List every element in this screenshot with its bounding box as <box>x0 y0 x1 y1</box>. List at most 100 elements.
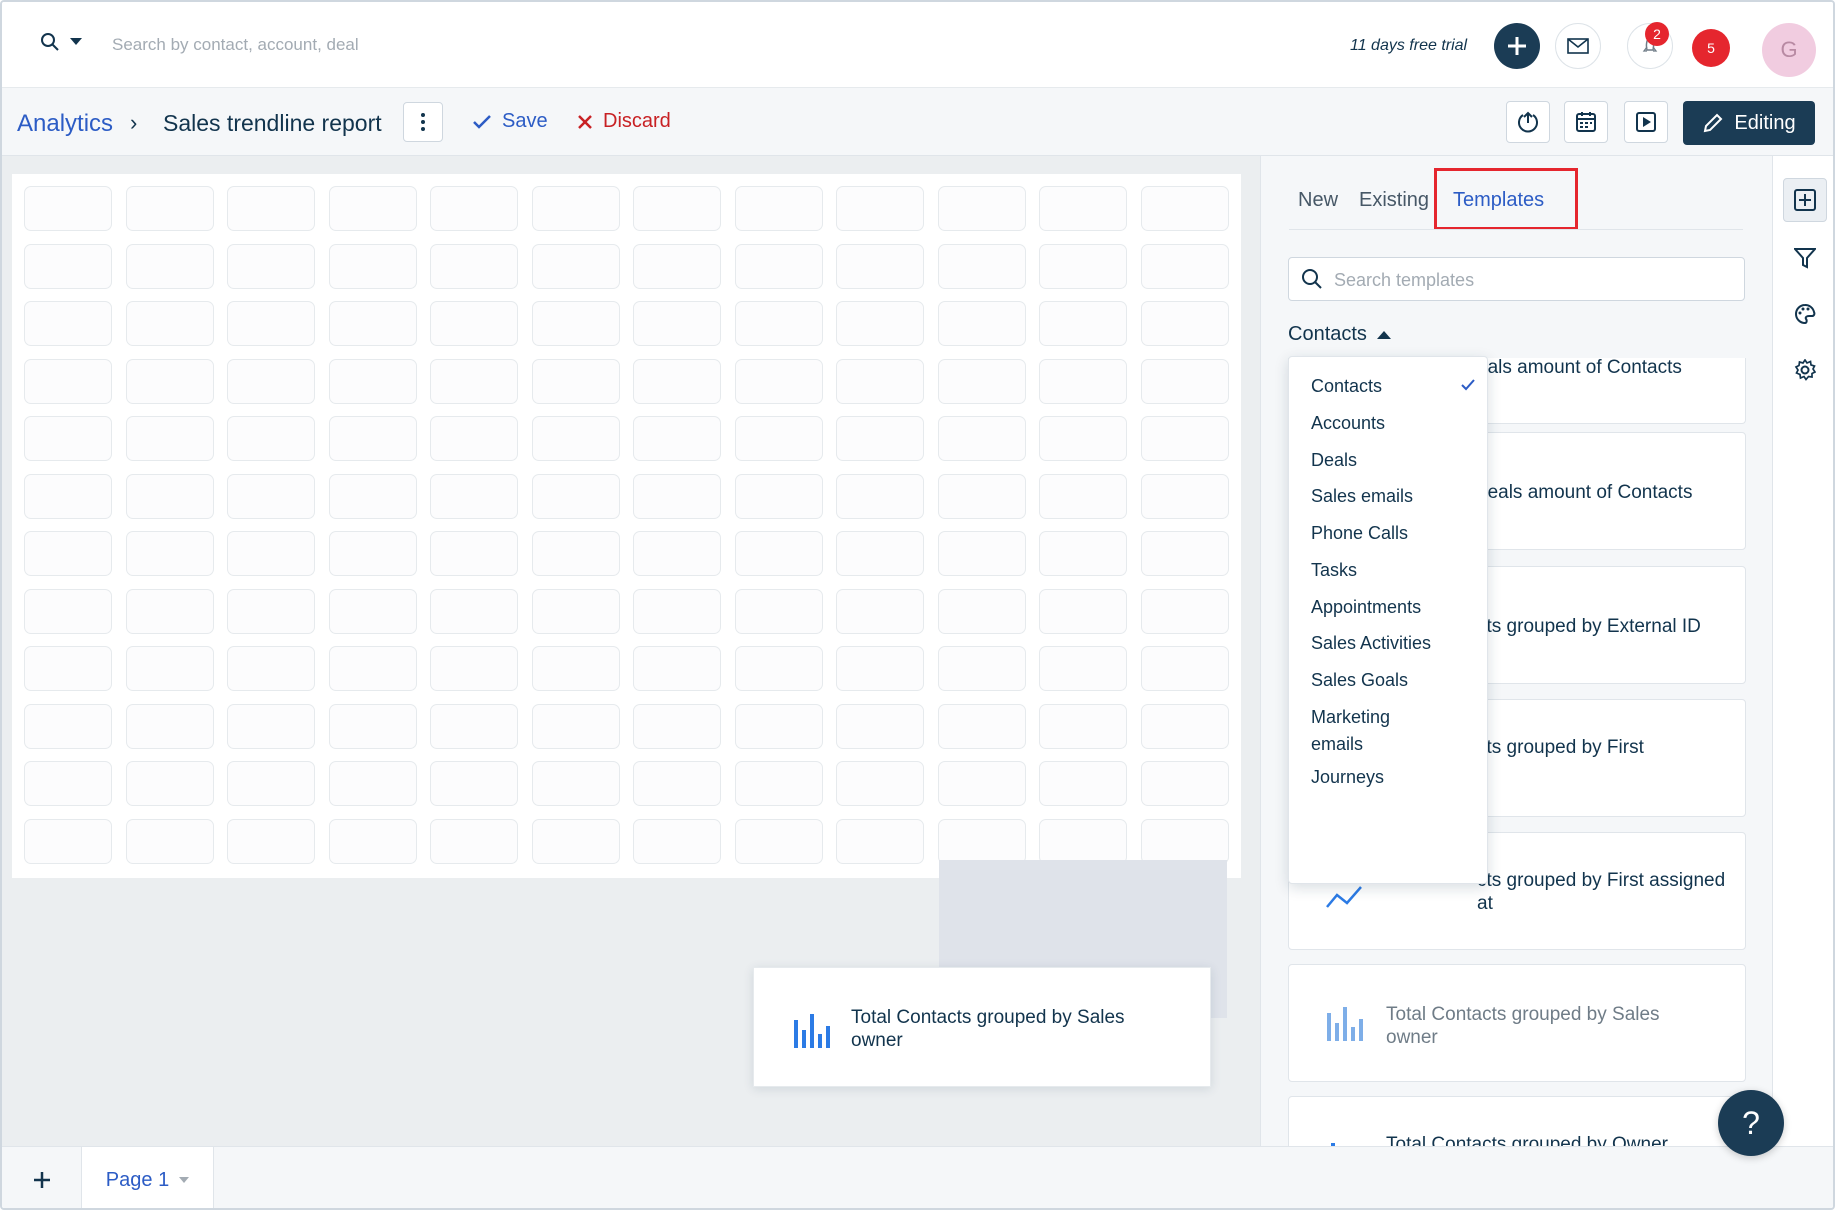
grid-cell <box>328 703 417 749</box>
tab-new[interactable]: New <box>1298 189 1338 212</box>
template-card[interactable]: Total Contacts grouped by Sales owner <box>1288 964 1746 1082</box>
grid-cell <box>125 416 214 461</box>
search-icon <box>1302 269 1322 289</box>
schedule-button[interactable] <box>1564 101 1608 143</box>
grid-cell <box>633 646 721 691</box>
grid-cell <box>227 301 315 346</box>
grid-cell <box>836 761 924 806</box>
widget-library-panel: New Existing Templates Search templates … <box>1260 156 1772 1146</box>
help-button[interactable]: ? <box>1718 1090 1784 1156</box>
dragged-widget-card[interactable]: Total Contacts grouped by Sales owner <box>753 967 1211 1087</box>
dropdown-option-marketing-emails[interactable]: Marketing emails <box>1311 704 1421 758</box>
grid-cell <box>328 301 417 346</box>
filter-rail-button[interactable] <box>1783 236 1827 280</box>
quick-add-button[interactable] <box>1494 23 1540 69</box>
grid-cell <box>430 818 518 864</box>
grid-cell <box>836 646 924 691</box>
grid-cell <box>1140 301 1229 346</box>
present-button[interactable] <box>1624 101 1668 143</box>
kebab-icon <box>421 113 425 131</box>
templates-tab-highlight <box>1434 168 1578 230</box>
grid-cell <box>836 473 924 519</box>
breadcrumb-analytics[interactable]: Analytics <box>17 110 113 138</box>
settings-rail-button[interactable] <box>1783 348 1827 392</box>
grid-cell <box>836 186 924 231</box>
user-avatar[interactable]: G <box>1762 23 1816 77</box>
category-select-value: Contacts <box>1288 323 1367 345</box>
templates-search-input[interactable]: Search templates <box>1288 257 1745 301</box>
tab-divider <box>1289 229 1743 230</box>
grid-cell <box>734 818 823 864</box>
editing-mode-button[interactable]: Editing <box>1683 101 1815 145</box>
grid-cell <box>1039 703 1127 749</box>
grid-cell <box>937 646 1026 691</box>
grid-cell <box>227 358 315 404</box>
category-dropdown: Contacts Accounts Deals Sales emails Pho… <box>1288 356 1488 884</box>
page-tab-1[interactable]: Page 1 <box>82 1147 214 1208</box>
grid-cell <box>633 243 721 289</box>
layout-grid[interactable] <box>12 174 1241 878</box>
page-tab-label: Page 1 <box>105 1168 170 1191</box>
dashboard-canvas[interactable]: Total Contacts grouped by Sales owner <box>2 156 1260 1146</box>
bar-chart-icon <box>1331 1143 1335 1146</box>
grid-cell <box>328 646 417 691</box>
grid-cell <box>734 186 823 231</box>
dropdown-option-phone-calls[interactable]: Phone Calls <box>1311 520 1408 547</box>
dropdown-option-journeys[interactable]: Journeys <box>1311 764 1384 791</box>
grid-cell <box>227 646 315 691</box>
grid-cell <box>836 301 924 346</box>
alerts-badge-button[interactable]: 5 <box>1692 29 1730 67</box>
grid-cell <box>1039 186 1127 231</box>
add-page-button[interactable] <box>2 1147 82 1208</box>
category-bar: Contacts <box>1261 306 1772 358</box>
global-search-trigger[interactable] <box>40 32 82 52</box>
more-options-button[interactable] <box>403 102 443 142</box>
pencil-icon <box>1704 113 1723 133</box>
grid-cell <box>734 646 823 691</box>
theme-rail-button[interactable] <box>1783 292 1827 336</box>
dropdown-option-deals[interactable]: Deals <box>1311 447 1357 474</box>
grid-cell <box>531 588 620 634</box>
grid-cell <box>1140 358 1229 404</box>
export-button[interactable] <box>1506 101 1550 143</box>
report-toolbar: Analytics › Sales trendline report Save … <box>2 88 1833 156</box>
dropdown-option-tasks[interactable]: Tasks <box>1311 557 1357 584</box>
grid-cell <box>227 703 315 749</box>
grid-cell <box>430 186 518 231</box>
grid-cell <box>1140 243 1229 289</box>
grid-cell <box>227 186 315 231</box>
dropdown-option-appointments[interactable]: Appointments <box>1311 594 1421 621</box>
template-card-label: eals amount of Contacts <box>1477 357 1682 378</box>
mail-button[interactable] <box>1555 23 1601 69</box>
save-button[interactable]: Save <box>472 110 548 133</box>
dropdown-option-accounts[interactable]: Accounts <box>1311 410 1385 437</box>
category-select[interactable]: Contacts <box>1288 323 1391 346</box>
dropdown-option-sales-activities[interactable]: Sales Activities <box>1311 630 1431 657</box>
template-card[interactable]: Total Contacts grouped by Owner <box>1288 1096 1746 1146</box>
grid-cell <box>430 646 518 691</box>
mail-icon <box>1567 38 1589 54</box>
grid-cell <box>24 243 112 289</box>
grid-cell <box>328 243 417 289</box>
dropdown-option-sales-goals[interactable]: Sales Goals <box>1311 667 1408 694</box>
grid-cell <box>430 761 518 806</box>
discard-button[interactable]: Discard <box>577 110 671 133</box>
grid-cell <box>24 416 112 461</box>
grid-cell <box>24 301 112 346</box>
dropdown-option-contacts[interactable]: Contacts <box>1311 373 1382 400</box>
add-box-icon <box>1794 189 1816 211</box>
add-widget-rail-button[interactable] <box>1783 178 1827 222</box>
upload-icon <box>1518 111 1538 133</box>
grid-cell <box>836 703 924 749</box>
grid-cell <box>734 416 823 461</box>
grid-cell <box>1039 243 1127 289</box>
search-icon <box>41 33 59 51</box>
grid-cell <box>937 301 1026 346</box>
global-search-input[interactable]: Search by contact, account, deal <box>112 35 359 55</box>
grid-cell <box>125 186 214 231</box>
grid-cell <box>328 358 417 404</box>
dropdown-option-sales-emails[interactable]: Sales emails <box>1311 483 1413 510</box>
tab-existing[interactable]: Existing <box>1359 189 1429 212</box>
grid-cell <box>1039 588 1127 634</box>
grid-cell <box>1140 416 1229 461</box>
